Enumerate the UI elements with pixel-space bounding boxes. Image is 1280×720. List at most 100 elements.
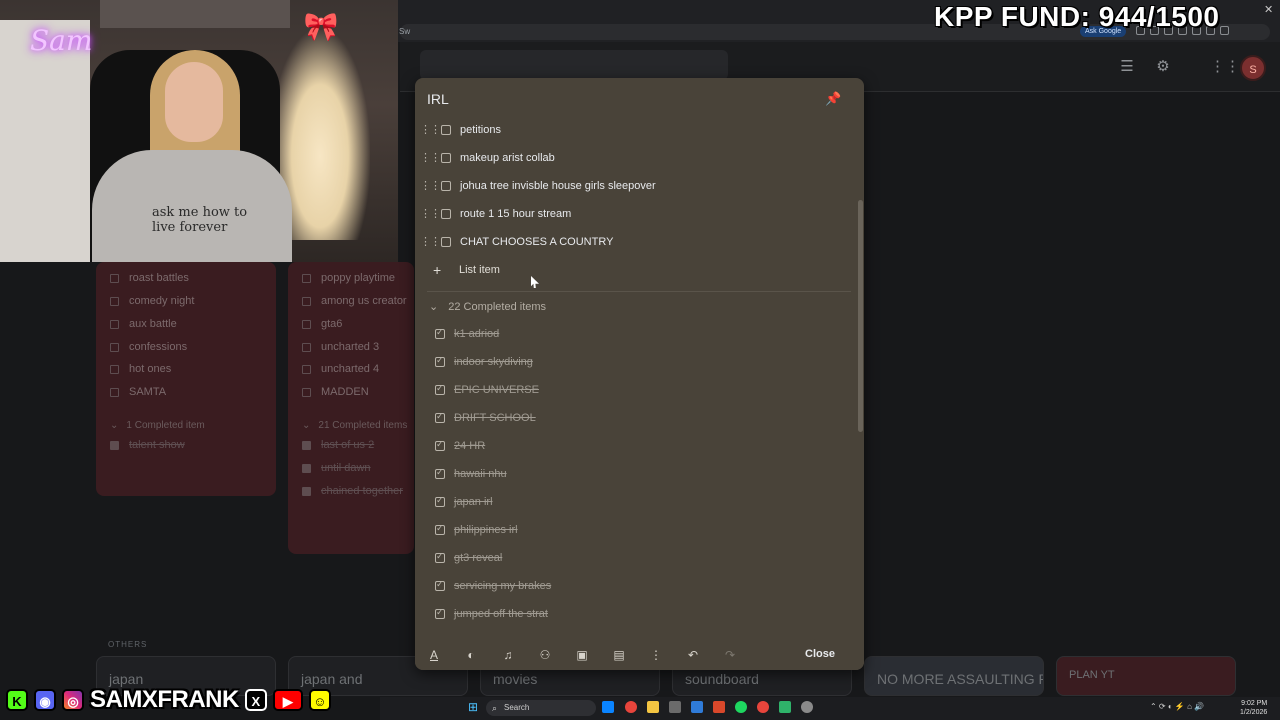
list-view-icon[interactable]: ☰ [1118,58,1136,76]
chrome-app-icon[interactable] [757,701,769,713]
add-list-item-label: List item [459,264,500,276]
settings-app-icon[interactable] [801,701,813,713]
note-toolbar: A ◐ ♫ ⚇ ▣ ▤ ⋮ ↶ ↷ Close [415,640,864,670]
completed-list-item[interactable]: k1 adriod [435,322,855,346]
completed-list-item[interactable]: 24 HR [435,434,855,458]
checked-checkbox[interactable] [435,383,445,395]
system-tray[interactable]: ⌃ ⟳ ◐ ⚡ ⌂ 🔊 [1150,702,1204,711]
completed-list-item[interactable]: jumped off the strat [435,602,855,626]
checked-checkbox[interactable] [435,579,445,591]
image-icon[interactable]: ▣ [574,647,590,663]
close-button[interactable]: Close [797,645,843,663]
completed-list-item[interactable]: gt3 reveal [435,546,855,570]
app-icon[interactable] [713,701,725,713]
completed-list-item[interactable]: indoor skydiving [435,350,855,374]
list-item[interactable]: ⋮⋮ route 1 15 hour stream [415,202,855,226]
windows-start-icon[interactable]: ⊞ [468,701,481,714]
completed-item-text[interactable]: jumped off the strat [454,608,548,620]
checked-checkbox[interactable] [435,467,445,479]
checked-checkbox[interactable] [435,523,445,535]
completed-item-text[interactable]: k1 adriod [454,328,499,340]
taskbar-clock[interactable]: 9:02 PM 1/2/2026 [1240,699,1267,717]
bottom-note-card[interactable]: PLAN YT [1056,656,1236,696]
checkbox[interactable] [441,209,451,219]
menu-icon[interactable] [1220,26,1229,35]
completed-item-text[interactable]: japan irl [454,496,493,508]
add-list-item-button[interactable]: + List item [433,262,500,278]
list-item-text[interactable]: makeup arist collab [460,152,555,164]
checked-checkbox[interactable] [435,607,445,619]
palette-icon[interactable]: ◐ [463,647,479,663]
drag-handle-icon[interactable]: ⋮⋮ [420,125,441,136]
app-icon[interactable] [691,701,703,713]
completed-list-item[interactable]: hawaii nhu [435,462,855,486]
text-format-icon[interactable]: A [426,647,442,663]
snapchat-icon: ☺ [308,689,331,711]
archive-icon[interactable]: ▤ [611,647,627,663]
bg-note2-completed-item: last of us 2 [302,439,374,451]
spotify-icon[interactable] [735,701,747,713]
apps-grid-icon[interactable]: ⋮⋮ [1210,58,1240,76]
modal-scrollbar[interactable] [858,200,863,432]
list-item[interactable]: ⋮⋮ makeup arist collab [415,146,855,170]
list-item[interactable]: ⋮⋮ CHAT CHOOSES A COUNTRY [415,230,855,254]
bottom-note-card[interactable]: NO MORE ASSAULTING PEOPLE [864,656,1044,696]
checkbox[interactable] [441,153,451,163]
collaborator-icon[interactable]: ⚇ [537,647,553,663]
completed-list-item[interactable]: servicing my brakes [435,574,855,598]
edge-app-icon[interactable] [602,701,614,713]
checked-checkbox[interactable] [435,411,445,423]
completed-item-text[interactable]: hawaii nhu [454,468,507,480]
completed-item-text[interactable]: DRIFT SCHOOL [454,412,536,424]
completed-item-text[interactable]: servicing my brakes [454,580,551,592]
drag-handle-icon[interactable]: ⋮⋮ [420,237,441,248]
completed-list-item[interactable]: EPIC UNIVERSE [435,378,855,402]
plus-icon: + [433,262,442,278]
pin-icon[interactable]: 📌 [825,90,841,108]
chrome-app-icon[interactable] [625,701,637,713]
list-item-text[interactable]: petitions [460,124,501,136]
checkbox[interactable] [441,125,451,135]
completed-item-text[interactable]: EPIC UNIVERSE [454,384,539,396]
list-item-text[interactable]: route 1 15 hour stream [460,208,571,220]
keep-search-input[interactable] [420,50,728,80]
taskbar-search[interactable]: Search [486,700,596,716]
checkbox[interactable] [441,237,451,247]
completed-list-item[interactable]: philippines irl [435,518,855,542]
list-item-text[interactable]: johua tree invisble house girls sleepove… [460,180,656,192]
account-avatar[interactable]: S [1240,55,1266,81]
completed-item-text[interactable]: gt3 reveal [454,552,502,564]
undo-icon[interactable]: ↶ [685,647,701,663]
completed-items-toggle[interactable]: ⌄ 22 Completed items [429,300,546,314]
reminder-bell-icon[interactable]: ♫ [500,647,516,663]
app-icon[interactable] [669,701,681,713]
checked-checkbox[interactable] [435,495,445,507]
fund-counter: KPP FUND: 944/1500 [934,1,1220,32]
note-title[interactable]: IRL [427,91,449,107]
completed-list-item[interactable]: DRIFT SCHOOL [435,406,855,430]
completed-item-text[interactable]: 24 HR [454,440,485,452]
bg-note1-item: aux battle [110,318,177,330]
drag-handle-icon[interactable]: ⋮⋮ [420,181,441,192]
window-close-icon[interactable]: ✕ [1264,3,1273,16]
drag-handle-icon[interactable]: ⋮⋮ [420,209,441,220]
file-explorer-icon[interactable] [647,701,659,713]
list-item[interactable]: ⋮⋮ petitions [415,118,855,142]
bg-note2-item: uncharted 4 [302,363,379,375]
completed-item-text[interactable]: philippines irl [454,524,518,536]
completed-list-item[interactable]: japan irl [435,490,855,514]
checked-checkbox[interactable] [435,551,445,563]
list-item-text[interactable]: CHAT CHOOSES A COUNTRY [460,236,613,248]
checked-checkbox[interactable] [435,355,445,367]
checkbox[interactable] [441,181,451,191]
drag-handle-icon[interactable]: ⋮⋮ [420,153,441,164]
app-icon[interactable] [779,701,791,713]
more-vert-icon[interactable]: ⋮ [648,647,664,663]
checked-checkbox[interactable] [435,439,445,451]
list-item[interactable]: ⋮⋮ johua tree invisble house girls sleep… [415,174,855,198]
settings-gear-icon[interactable]: ⚙ [1154,58,1172,76]
streamer-handle: SAMXFRANK [90,686,239,713]
youtube-icon: ▶ [272,689,303,711]
completed-item-text[interactable]: indoor skydiving [454,356,533,368]
checked-checkbox[interactable] [435,327,445,339]
